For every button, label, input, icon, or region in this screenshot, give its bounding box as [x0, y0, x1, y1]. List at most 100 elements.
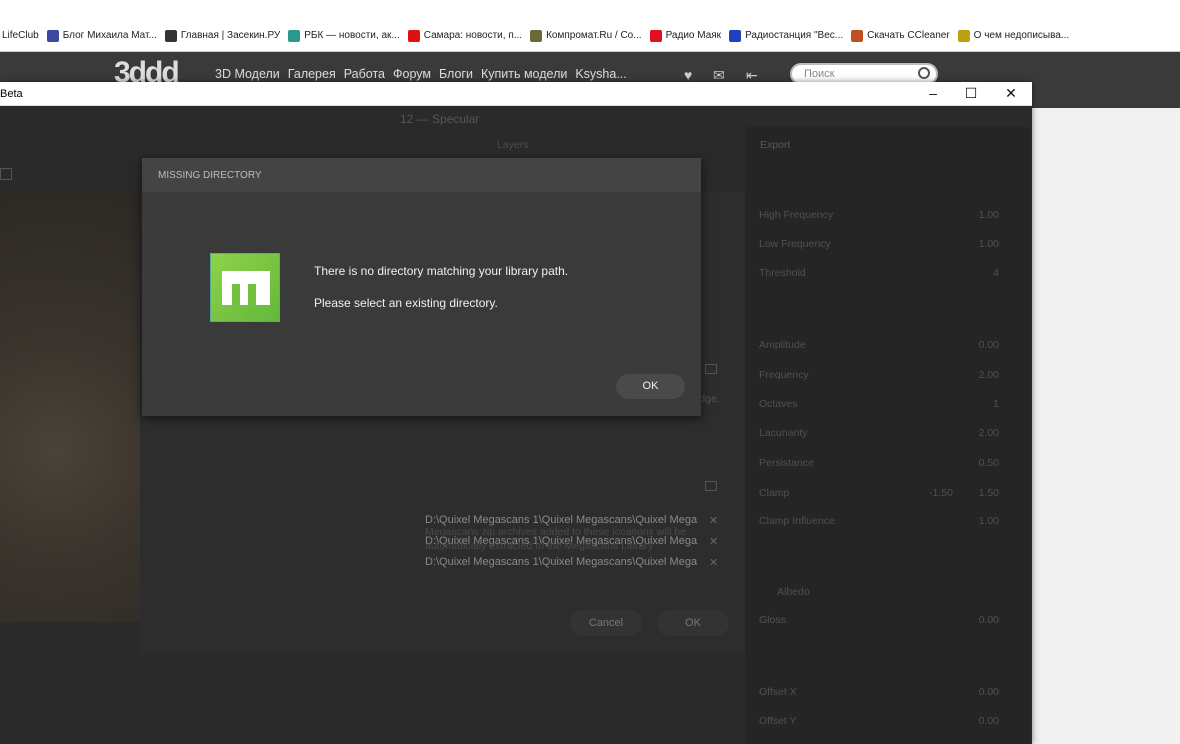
- search-icon[interactable]: [918, 67, 930, 79]
- property-row[interactable]: Threshold 4: [759, 267, 999, 279]
- property-value[interactable]: 2.00: [979, 369, 999, 381]
- property-value[interactable]: 1.00: [979, 209, 999, 221]
- dialog-message-2: Please select an existing directory.: [314, 296, 498, 310]
- viewport-preview[interactable]: [0, 192, 140, 622]
- bookmark-item[interactable]: О чем недописыва...: [957, 29, 1069, 42]
- tab-bar: Layers Export: [497, 139, 817, 155]
- site-nav-link[interactable]: Блоги: [439, 67, 473, 81]
- window-titlebar: Beta – ☐ ✕: [0, 82, 1032, 106]
- bookmark-favicon-icon: [46, 29, 59, 42]
- bookmark-label: Самара: новости, п...: [423, 30, 523, 41]
- maximize-button[interactable]: ☐: [961, 85, 981, 102]
- property-label: Albedo: [777, 586, 810, 598]
- dialog-ok-button[interactable]: OK: [616, 374, 685, 399]
- tab-layers[interactable]: Layers: [497, 139, 529, 151]
- property-value[interactable]: 4: [993, 267, 999, 279]
- site-nav-link[interactable]: 3D Модели: [215, 67, 280, 81]
- search-placeholder: Поиск: [804, 68, 835, 80]
- property-row[interactable]: Offset Y 0.00: [759, 715, 999, 727]
- property-label: Persistance: [759, 457, 814, 469]
- properties-panel: High Frequency 1.00 Low Frequency 1.00 Thres…: [745, 127, 1030, 744]
- property-label: Frequency: [759, 369, 809, 381]
- property-value[interactable]: 0.00: [979, 339, 999, 351]
- bookmark-label: Радиостанция "Вес...: [745, 30, 844, 41]
- property-row[interactable]: Clamp Influence 1.00: [759, 515, 999, 527]
- bookmark-label: Главная | Засекин.РУ: [180, 30, 281, 41]
- property-row[interactable]: Clamp 1.50 -1.50: [759, 487, 999, 499]
- bookmark-item[interactable]: РБК — новости, ак...: [288, 29, 400, 42]
- missing-directory-dialog: MISSING DIRECTORY There is no directory …: [142, 158, 701, 416]
- property-row[interactable]: Gloss 0.00: [759, 614, 999, 626]
- library-path-item: D:\Quixel Megascans 1\Quixel Megascans\Q…: [425, 556, 718, 569]
- dialog-title: MISSING DIRECTORY: [142, 158, 701, 192]
- property-value[interactable]: 0.00: [979, 614, 999, 626]
- site-nav-link[interactable]: Форум: [393, 67, 431, 81]
- bookmark-item[interactable]: LifeClub: [2, 30, 39, 42]
- property-value[interactable]: 0.00: [979, 715, 999, 727]
- bookmark-item[interactable]: Скачать CCleaner: [851, 29, 950, 42]
- property-value[interactable]: 1.00: [979, 238, 999, 250]
- property-label: Lacunarity: [759, 427, 808, 439]
- property-value[interactable]: 1.50: [979, 487, 999, 499]
- property-label: Amplitude: [759, 339, 806, 351]
- property-value[interactable]: 1.00: [979, 515, 999, 527]
- property-value[interactable]: 2.00: [979, 427, 999, 439]
- bookmark-item[interactable]: Компромат.Ru / Co...: [530, 29, 642, 42]
- property-min-value[interactable]: -1.50: [929, 487, 953, 499]
- property-row[interactable]: Frequency 2.00: [759, 369, 999, 381]
- bookmark-favicon-icon: [851, 29, 864, 42]
- window-title: Beta: [0, 87, 23, 100]
- cancel-button[interactable]: Cancel: [570, 610, 642, 636]
- site-nav-link[interactable]: Ksysha...: [575, 67, 626, 81]
- heart-icon[interactable]: ♥: [684, 67, 692, 83]
- bookmark-favicon-icon: [649, 29, 662, 42]
- property-value[interactable]: 0.50: [979, 457, 999, 469]
- close-button[interactable]: ✕: [1001, 85, 1021, 102]
- property-row[interactable]: High Frequency 1.00: [759, 209, 999, 221]
- property-row[interactable]: Amplitude 0.00: [759, 339, 999, 351]
- property-label: Clamp: [759, 487, 790, 499]
- grid-icon[interactable]: [0, 168, 12, 180]
- bookmark-item[interactable]: Блог Михаила Мат...: [46, 29, 157, 42]
- property-label: Offset X: [759, 686, 797, 698]
- bookmark-item[interactable]: Главная | Засекин.РУ: [164, 29, 281, 42]
- property-label: Gloss: [759, 614, 786, 626]
- bookmark-favicon-icon: [407, 29, 420, 42]
- property-row[interactable]: Low Frequency 1.00: [759, 238, 999, 250]
- bookmark-favicon-icon: [530, 29, 543, 42]
- property-row[interactable]: Offset X 0.00: [759, 686, 999, 698]
- settings-ok-button[interactable]: OK: [657, 610, 729, 636]
- tab-export[interactable]: Export: [760, 139, 790, 151]
- property-row[interactable]: Persistance 0.50: [759, 457, 999, 469]
- bookmarks-bar: LifeClub Блог Михаила Мат... Главная | Зас…: [0, 20, 1180, 52]
- bookmark-favicon-icon: [957, 29, 970, 42]
- hint-text: Megascans zip archives added to these lo…: [425, 526, 686, 552]
- property-row[interactable]: Octaves 1: [759, 398, 999, 410]
- bookmark-label: Компромат.Ru / Co...: [546, 30, 642, 41]
- property-row[interactable]: Albedo: [759, 586, 999, 598]
- dialog-message: There is no directory matching your libr…: [314, 264, 569, 278]
- site-nav-link[interactable]: Работа: [344, 67, 385, 81]
- site-nav-link[interactable]: Галерея: [288, 67, 336, 81]
- app-title: 12 — Specular: [400, 112, 480, 126]
- folder-icon[interactable]: [705, 481, 717, 491]
- property-row[interactable]: Lacunarity 2.00: [759, 427, 999, 439]
- bookmark-favicon-icon: [288, 29, 301, 42]
- property-value[interactable]: 0.00: [979, 686, 999, 698]
- bookmark-label: Радио Маяк: [665, 30, 722, 41]
- property-label: Threshold: [759, 267, 806, 279]
- bookmark-item[interactable]: Самара: новости, п...: [407, 29, 523, 42]
- page-background: [1032, 108, 1180, 744]
- site-nav-link[interactable]: Купить модели: [481, 67, 567, 81]
- site-nav-links: 3D Модели Галерея Работа Форум Блоги Купить м…: [215, 67, 627, 81]
- folder-icon[interactable]: [705, 364, 717, 374]
- bookmark-label: Скачать CCleaner: [867, 30, 950, 41]
- property-value[interactable]: 1: [993, 398, 999, 410]
- property-label: Clamp Influence: [759, 515, 835, 527]
- bookmark-item[interactable]: Радиостанция "Вес...: [729, 29, 844, 42]
- property-label: Low Frequency: [759, 238, 831, 250]
- property-label: Offset Y: [759, 715, 797, 727]
- remove-path-icon[interactable]: ✕: [709, 556, 718, 569]
- bookmark-item[interactable]: Радио Маяк: [649, 29, 722, 42]
- minimize-button[interactable]: –: [923, 85, 943, 101]
